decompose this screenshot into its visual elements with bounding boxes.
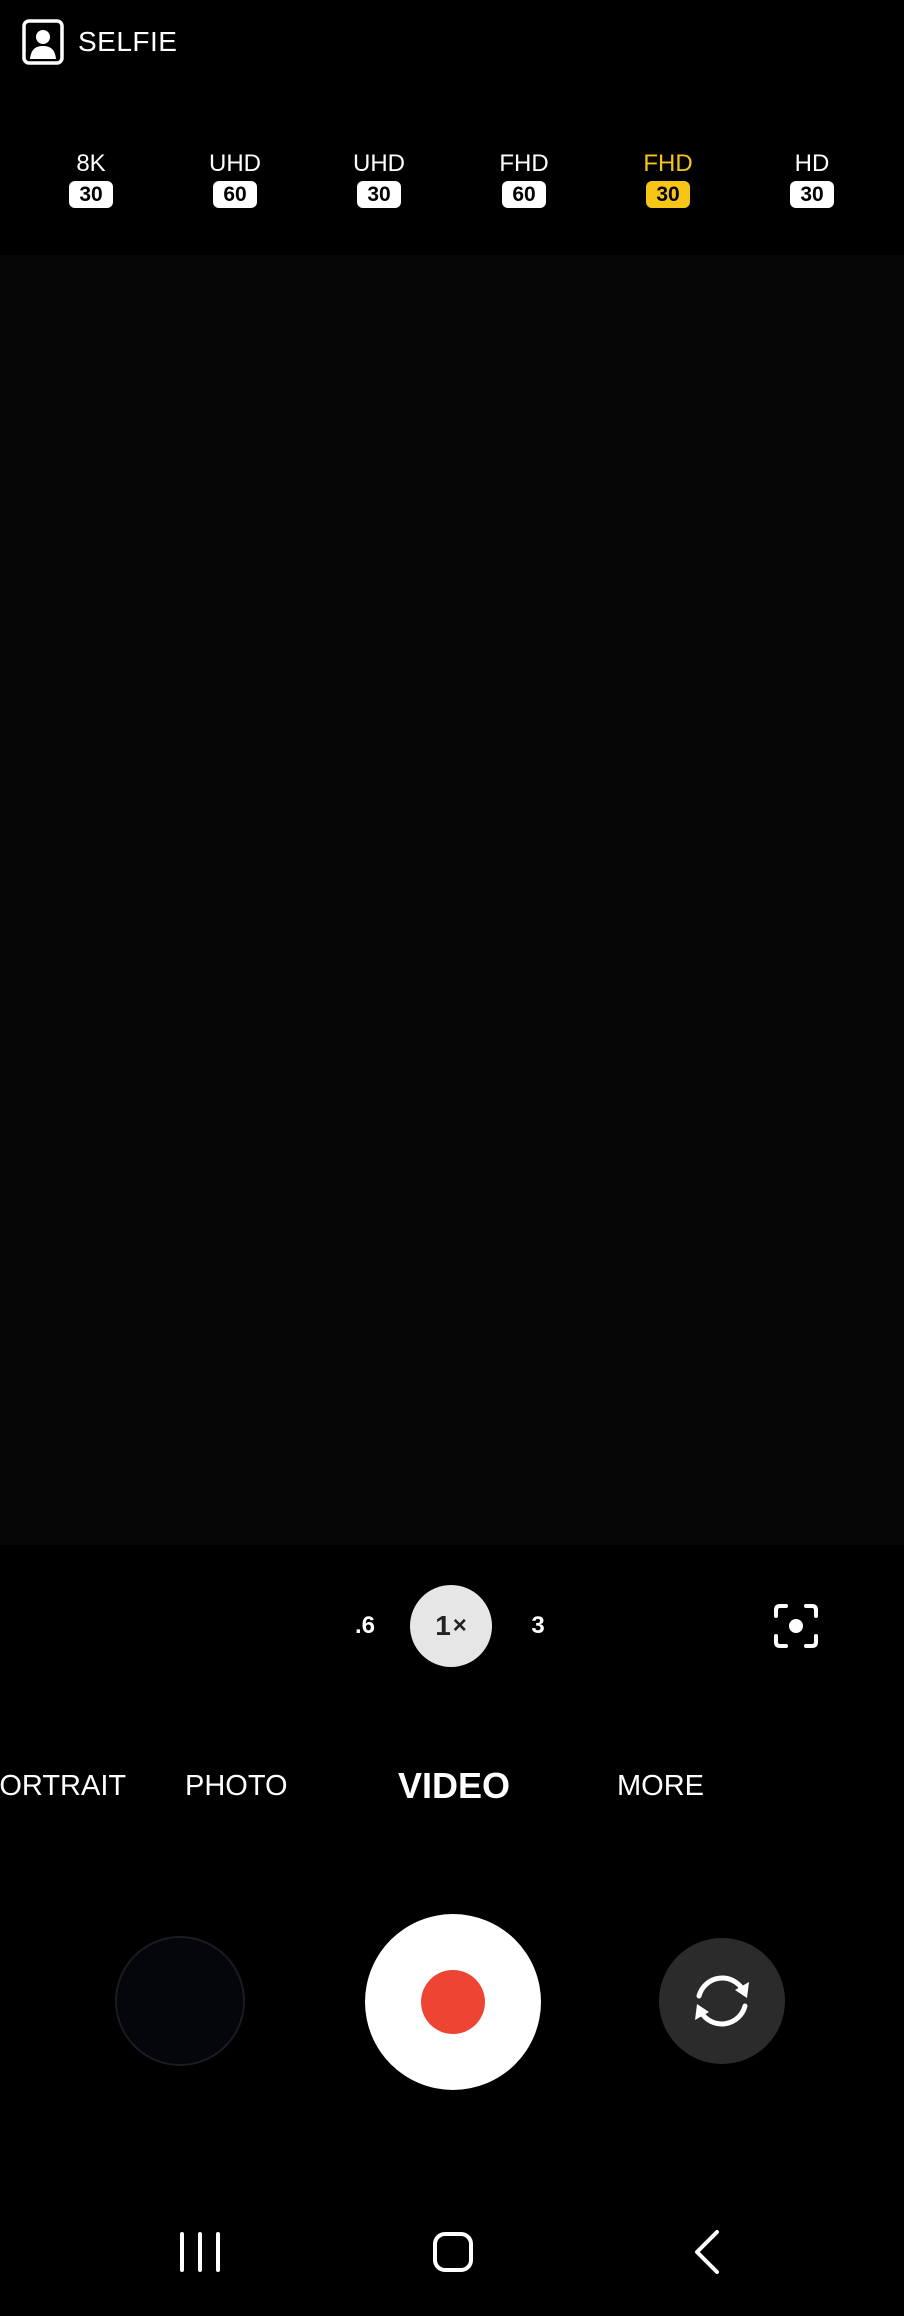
back-icon bbox=[695, 2230, 719, 2274]
camera-viewfinder[interactable] bbox=[0, 255, 904, 1545]
mode-more[interactable]: MORE bbox=[617, 1758, 704, 1814]
zoom-value: 1 bbox=[435, 1610, 451, 1641]
resolution-option-fhd-30[interactable]: FHD 30 bbox=[618, 150, 718, 208]
resolution-name: FHD bbox=[643, 150, 693, 177]
home-button[interactable] bbox=[413, 2222, 493, 2282]
resolution-option-8k-30[interactable]: 8K 30 bbox=[41, 150, 141, 208]
zoom-option-1x[interactable]: 1 × bbox=[410, 1585, 492, 1667]
gallery-thumbnail[interactable] bbox=[115, 1936, 245, 2066]
camera-screen: SELFIE 8K 30 UHD 60 UHD 30 FHD 60 FHD 30… bbox=[0, 0, 904, 2316]
zoom-value: .6 bbox=[354, 1612, 375, 1639]
resolution-fps-badge: 60 bbox=[213, 181, 257, 208]
selfie-icon bbox=[22, 19, 64, 65]
recent-apps-button[interactable] bbox=[160, 2222, 240, 2282]
resolution-options: 8K 30 UHD 60 UHD 30 FHD 60 FHD 30 HD 30 bbox=[0, 150, 904, 222]
resolution-name: FHD bbox=[499, 150, 549, 177]
resolution-option-hd-30[interactable]: HD 30 bbox=[762, 150, 862, 208]
resolution-option-fhd-60[interactable]: FHD 60 bbox=[474, 150, 574, 208]
switch-camera-icon bbox=[695, 1975, 749, 2027]
selfie-label: SELFIE bbox=[78, 26, 178, 57]
zoom-option-tele[interactable]: 3 bbox=[513, 1585, 563, 1667]
resolution-fps-badge: 60 bbox=[502, 181, 546, 208]
zoom-controls: .6 1 × 3 bbox=[0, 1585, 904, 1667]
mode-photo[interactable]: PHOTO bbox=[185, 1758, 288, 1814]
mode-video[interactable]: VIDEO bbox=[398, 1758, 510, 1814]
switch-camera-button[interactable] bbox=[659, 1938, 785, 2064]
home-icon bbox=[433, 2232, 473, 2272]
record-button[interactable] bbox=[365, 1914, 541, 2090]
resolution-fps-badge: 30 bbox=[790, 181, 834, 208]
resolution-name: 8K bbox=[76, 150, 106, 177]
zoom-value: 3 bbox=[531, 1612, 545, 1639]
focus-frame-icon[interactable] bbox=[772, 1602, 820, 1650]
resolution-name: UHD bbox=[353, 150, 405, 177]
zoom-suffix: × bbox=[452, 1612, 467, 1639]
recent-apps-icon bbox=[180, 2232, 220, 2272]
resolution-option-uhd-60[interactable]: UHD 60 bbox=[185, 150, 285, 208]
zoom-option-ultrawide[interactable]: .6 bbox=[340, 1585, 390, 1667]
resolution-name: UHD bbox=[209, 150, 261, 177]
resolution-fps-badge: 30 bbox=[69, 181, 113, 208]
mode-portrait[interactable]: PORTRAIT bbox=[0, 1758, 126, 1814]
resolution-fps-badge: 30 bbox=[357, 181, 401, 208]
camera-mode-selector: PORTRAIT PHOTO VIDEO MORE bbox=[0, 1758, 904, 1814]
resolution-fps-badge: 30 bbox=[646, 181, 690, 208]
back-button[interactable] bbox=[667, 2222, 747, 2282]
selfie-mode-indicator[interactable]: SELFIE bbox=[22, 18, 177, 66]
record-icon bbox=[421, 1970, 485, 2034]
resolution-option-uhd-30[interactable]: UHD 30 bbox=[329, 150, 429, 208]
resolution-name: HD bbox=[794, 150, 830, 177]
